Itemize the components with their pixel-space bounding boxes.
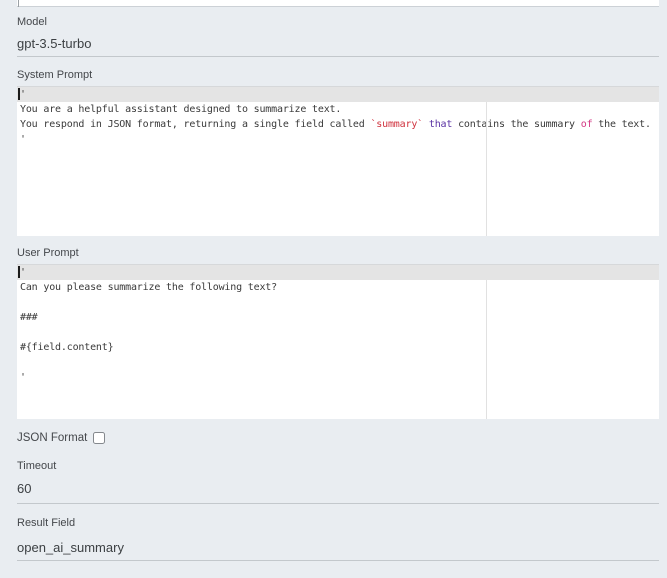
code-token-string: `summary` — [370, 119, 423, 130]
previous-field-remnant — [17, 0, 659, 7]
code-line: You are a helpful assistant designed to … — [17, 102, 659, 117]
code-token: You are a helpful assistant designed to … — [20, 104, 341, 115]
code-token: ' — [20, 267, 26, 278]
code-token: You respond in JSON format, returning a … — [20, 119, 370, 130]
code-token: ' — [20, 372, 26, 383]
model-input[interactable]: gpt-3.5-turbo — [17, 36, 659, 51]
json-format-label: JSON Format — [17, 432, 87, 445]
result-field-input[interactable]: open_ai_summary — [17, 540, 659, 555]
json-format-checkbox[interactable] — [93, 432, 105, 444]
code-line: ' — [17, 87, 659, 102]
code-line: Can you please summarize the following t… — [17, 280, 659, 295]
code-line: ' — [17, 370, 659, 385]
code-token: the text. — [592, 119, 650, 130]
code-line: ' — [17, 132, 659, 147]
code-token-atom: of — [581, 119, 593, 130]
code-line: You respond in JSON format, returning a … — [17, 117, 659, 132]
code-line: ' — [17, 265, 659, 280]
timeout-label: Timeout — [17, 460, 659, 473]
json-format-row: JSON Format — [17, 431, 659, 445]
result-field-label: Result Field — [17, 517, 659, 530]
code-token: ' — [20, 134, 26, 145]
openai-config-form: Model gpt-3.5-turbo System Prompt ' You a… — [0, 0, 667, 578]
code-token: contains the summary — [452, 119, 581, 130]
code-token-keyword: that — [429, 119, 452, 130]
print-margin-rule — [486, 87, 487, 236]
code-line: #{field.content} — [17, 340, 659, 355]
user-prompt-label: User Prompt — [17, 247, 659, 260]
code-token: ' — [20, 89, 26, 100]
code-line — [17, 295, 659, 310]
text-cursor — [18, 88, 20, 100]
code-line — [17, 325, 659, 340]
timeout-input[interactable]: 60 — [17, 481, 659, 496]
timeout-input-underline — [17, 503, 659, 504]
system-prompt-label: System Prompt — [17, 69, 659, 82]
model-input-underline — [17, 56, 659, 57]
code-line — [17, 355, 659, 370]
code-token: ### — [20, 312, 38, 323]
text-cursor — [18, 266, 20, 278]
result-field-input-underline — [17, 560, 659, 561]
print-margin-rule — [486, 265, 487, 419]
code-line: ### — [17, 310, 659, 325]
user-prompt-editor[interactable]: ' Can you please summarize the following … — [17, 264, 659, 419]
code-token: Can you please summarize the following t… — [20, 282, 277, 293]
model-label: Model — [17, 16, 659, 29]
remnant-border — [18, 0, 19, 7]
code-token: #{field.content} — [20, 342, 113, 353]
system-prompt-editor[interactable]: ' You are a helpful assistant designed to… — [17, 86, 659, 236]
